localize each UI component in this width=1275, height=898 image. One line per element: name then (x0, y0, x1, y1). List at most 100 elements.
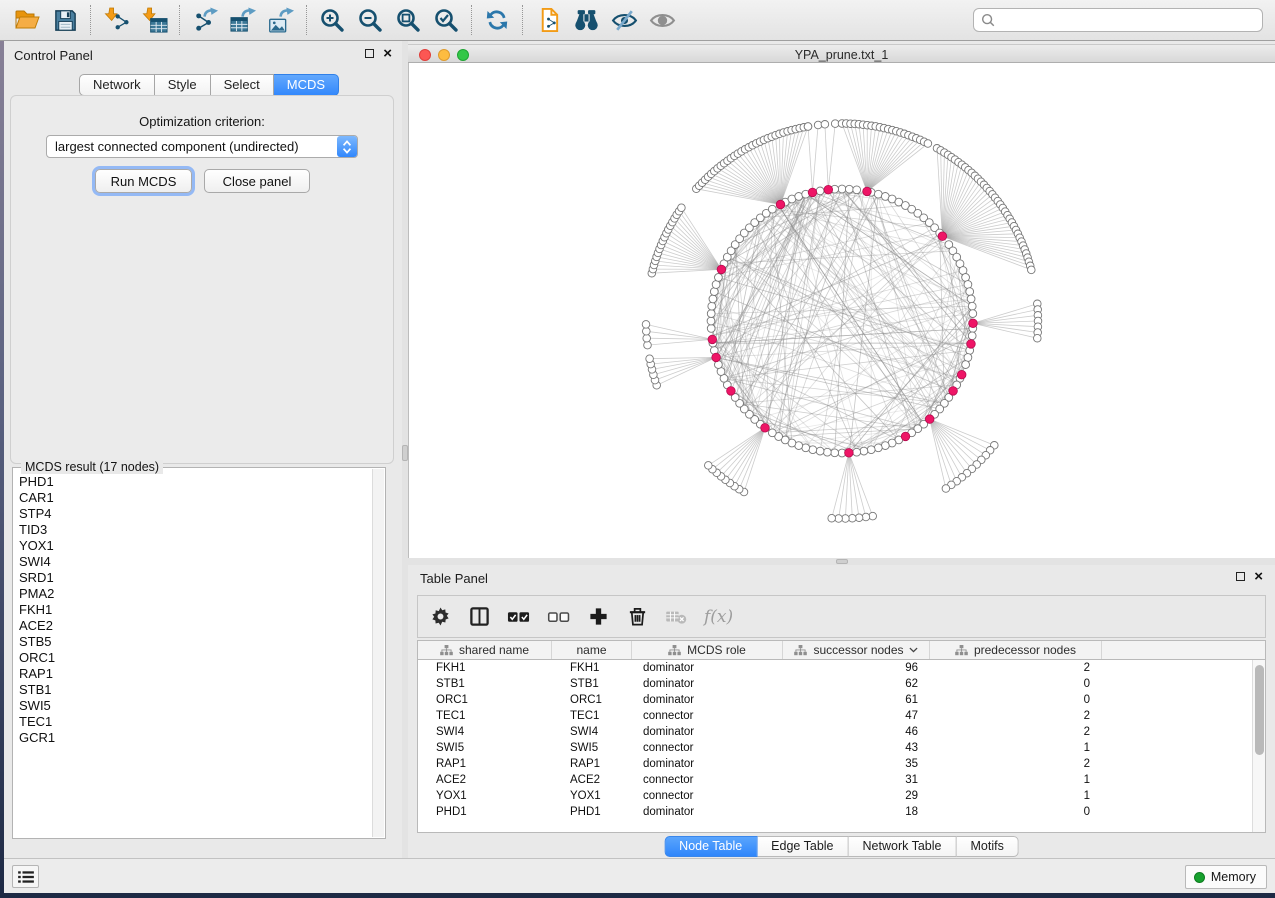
unselect-all-icon[interactable] (547, 604, 570, 630)
tab-network-table[interactable]: Network Table (849, 836, 957, 857)
mcds-result-item[interactable]: STB1 (19, 682, 371, 698)
open-file-icon[interactable] (8, 3, 46, 37)
export-table-icon[interactable] (224, 3, 262, 37)
tab-select[interactable]: Select (211, 74, 274, 96)
mcds-hub-node[interactable] (808, 188, 817, 197)
zoom-in-icon[interactable] (313, 3, 351, 37)
delete-icon[interactable] (626, 604, 648, 630)
mcds-hub-node[interactable] (712, 353, 721, 362)
hide-panel-icon[interactable] (605, 3, 643, 37)
mcds-result-item[interactable]: PMA2 (19, 586, 371, 602)
mcds-hub-node[interactable] (845, 449, 854, 458)
mcds-hub-node[interactable] (967, 340, 976, 349)
mcds-result-item[interactable]: ORC1 (19, 650, 371, 666)
mcds-result-item[interactable]: YOX1 (19, 538, 371, 554)
criterion-select[interactable]: largest connected component (undirected) (46, 135, 358, 158)
column-header-successor-nodes[interactable]: successor nodes (783, 641, 930, 659)
horizontal-splitter[interactable] (408, 558, 1275, 565)
clone-network-icon[interactable] (529, 3, 567, 37)
task-history-button[interactable] (12, 865, 39, 888)
tab-style[interactable]: Style (155, 74, 211, 96)
table-row[interactable]: SWI4SWI4dominator462 (418, 724, 1252, 740)
mcds-hub-node[interactable] (727, 387, 736, 396)
mcds-result-item[interactable]: TEC1 (19, 714, 371, 730)
memory-button[interactable]: Memory (1185, 865, 1267, 889)
tab-motifs[interactable]: Motifs (956, 836, 1018, 857)
column-label: shared name (459, 643, 529, 657)
mcds-hub-node[interactable] (761, 424, 770, 433)
search-box[interactable] (973, 8, 1263, 32)
show-panel-icon[interactable] (643, 3, 681, 37)
table-cell: 62 (783, 676, 930, 692)
mcds-result-list[interactable]: PHD1CAR1STP4TID3YOX1SWI4SRD1PMA2FKH1ACE2… (13, 474, 371, 836)
table-row[interactable]: ORC1ORC1dominator610 (418, 692, 1252, 708)
mcds-hub-node[interactable] (863, 187, 872, 196)
table-cell: 0 (930, 804, 1102, 820)
float-panel-icon[interactable] (1236, 572, 1245, 581)
settings-gear-icon[interactable] (429, 604, 451, 630)
table-scrollbar[interactable] (1252, 660, 1265, 832)
mcds-result-item[interactable]: PHD1 (19, 474, 371, 490)
network-canvas[interactable] (408, 63, 1275, 558)
column-header-predecessor-nodes[interactable]: predecessor nodes (930, 641, 1102, 659)
mcds-hub-node[interactable] (717, 265, 726, 274)
mcds-result-item[interactable]: SWI4 (19, 554, 371, 570)
tab-node-table[interactable]: Node Table (664, 836, 757, 857)
mcds-hub-node[interactable] (957, 370, 966, 379)
tab-edge-table[interactable]: Edge Table (757, 836, 848, 857)
table-row[interactable]: FKH1FKH1dominator962 (418, 660, 1252, 676)
mcds-result-item[interactable]: SWI5 (19, 698, 371, 714)
import-table-icon[interactable] (135, 3, 173, 37)
mcds-result-item[interactable]: STP4 (19, 506, 371, 522)
mcds-result-item[interactable]: FKH1 (19, 602, 371, 618)
mcds-hub-node[interactable] (938, 232, 947, 241)
add-icon[interactable] (587, 604, 609, 630)
table-row[interactable]: RAP1RAP1dominator352 (418, 756, 1252, 772)
zoom-selected-icon[interactable] (427, 3, 465, 37)
select-all-icon[interactable] (507, 604, 530, 630)
float-panel-icon[interactable] (365, 49, 374, 58)
mcds-hub-node[interactable] (824, 185, 833, 194)
mcds-result-item[interactable]: RAP1 (19, 666, 371, 682)
export-image-icon[interactable] (262, 3, 300, 37)
mcds-result-item[interactable]: ACE2 (19, 618, 371, 634)
splitter-grip[interactable] (836, 559, 848, 564)
mcds-hub-node[interactable] (925, 415, 934, 424)
column-header-shared-name[interactable]: shared name (418, 641, 552, 659)
mcds-result-item[interactable]: CAR1 (19, 490, 371, 506)
mcds-hub-node[interactable] (901, 432, 910, 441)
tab-mcds[interactable]: MCDS (274, 74, 339, 96)
mcds-list-scrollbar[interactable] (372, 469, 384, 837)
close-panel-icon[interactable]: × (1254, 571, 1263, 582)
zoom-out-icon[interactable] (351, 3, 389, 37)
tab-network[interactable]: Network (79, 74, 155, 96)
table-row[interactable]: YOX1YOX1connector291 (418, 788, 1252, 804)
table-row[interactable]: ACE2ACE2connector311 (418, 772, 1252, 788)
mcds-hub-node[interactable] (708, 335, 717, 344)
column-header-name[interactable]: name (552, 641, 632, 659)
mcds-hub-node[interactable] (776, 200, 785, 209)
table-row[interactable]: STB1STB1dominator620 (418, 676, 1252, 692)
mcds-hub-node[interactable] (949, 387, 958, 396)
mcds-result-item[interactable]: TID3 (19, 522, 371, 538)
import-network-icon[interactable] (97, 3, 135, 37)
mcds-result-item[interactable]: SRD1 (19, 570, 371, 586)
find-network-icon[interactable] (567, 3, 605, 37)
mcds-result-item[interactable]: GCR1 (19, 730, 371, 746)
close-panel-button[interactable]: Close panel (204, 169, 310, 193)
mcds-hub-node[interactable] (969, 319, 978, 328)
column-layout-icon[interactable] (468, 604, 490, 630)
close-panel-icon[interactable]: × (383, 48, 392, 59)
table-row[interactable]: PHD1PHD1dominator180 (418, 804, 1252, 820)
save-session-icon[interactable] (46, 3, 84, 37)
search-input[interactable] (996, 10, 1262, 30)
table-row[interactable]: SWI5SWI5connector431 (418, 740, 1252, 756)
scrollbar-thumb[interactable] (1255, 665, 1264, 755)
run-mcds-button[interactable]: Run MCDS (95, 169, 192, 193)
column-header-MCDS-role[interactable]: MCDS role (632, 641, 783, 659)
table-row[interactable]: TEC1TEC1connector472 (418, 708, 1252, 724)
apply-layout-icon[interactable] (478, 3, 516, 37)
zoom-fit-icon[interactable] (389, 3, 427, 37)
mcds-result-item[interactable]: STB5 (19, 634, 371, 650)
export-network-icon[interactable] (186, 3, 224, 37)
